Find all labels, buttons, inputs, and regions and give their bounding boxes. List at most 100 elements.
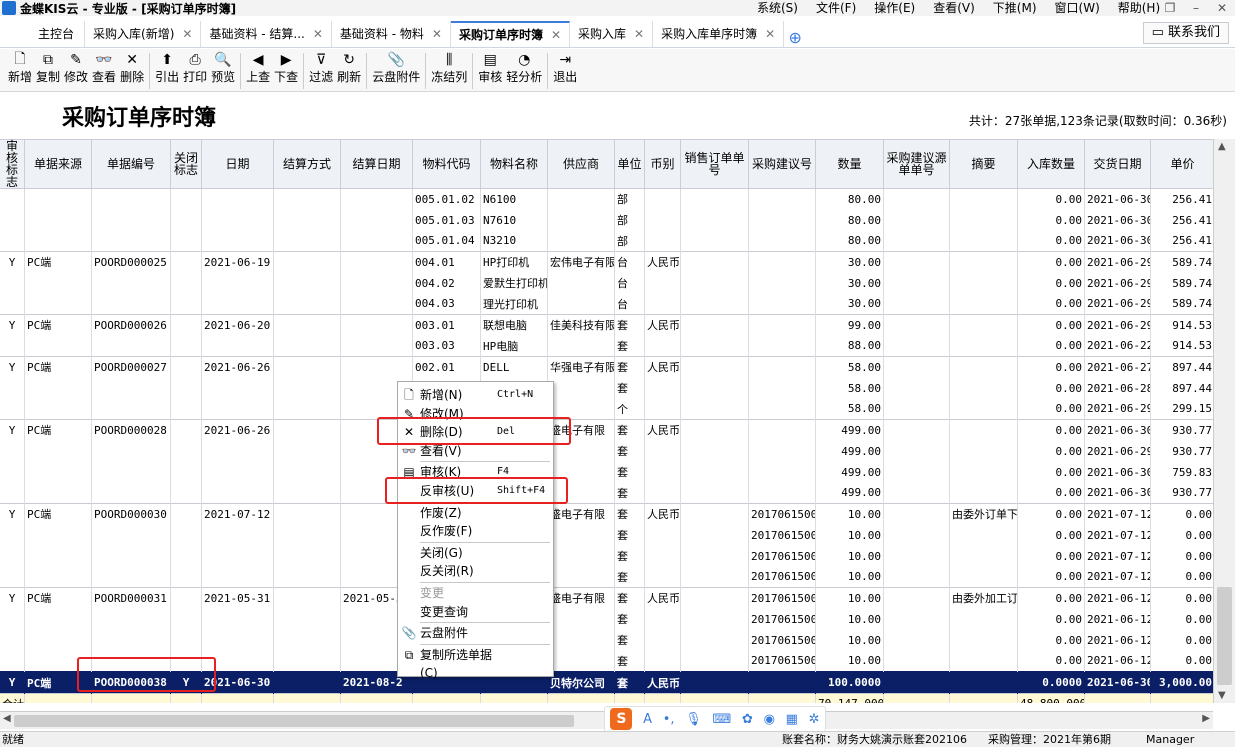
table-row[interactable]: 套 2017061500210.00 0.002021-07-120.00 [0, 524, 1213, 546]
apps-grid-icon[interactable]: ▦ [786, 712, 798, 727]
tab-item[interactable]: 采购入库 ✕ [570, 21, 654, 47]
menu-item[interactable]: 查看(V) [924, 0, 984, 16]
column-header[interactable]: 采购建议源单单号 [883, 139, 950, 189]
keyboard-icon[interactable]: ⌨ [712, 712, 731, 727]
toolbar-audit-button[interactable]: ▤ 审核 [476, 49, 504, 85]
column-header[interactable]: 销售订单单号 [680, 139, 749, 189]
context-menu-item[interactable]: 作废(Z) [398, 504, 553, 522]
column-header[interactable]: 摘要 [949, 139, 1018, 189]
tab-item[interactable]: 主控台 [28, 21, 86, 47]
column-header[interactable]: 物料代码 [412, 139, 481, 189]
context-menu-item[interactable]: 反审核(U) Shift+F4 [398, 482, 553, 500]
context-menu-item[interactable]: ✕ 删除(D) Del [398, 423, 553, 441]
context-menu-item[interactable]: 变更查询 [398, 603, 553, 621]
tab-close-icon[interactable]: ✕ [551, 22, 561, 48]
column-header[interactable]: 入库数量 [1017, 139, 1085, 189]
table-row[interactable]: 套 499.00 0.00 2021-06-30 759.83 [0, 461, 1213, 483]
table-row[interactable]: 002.02DELL套58.000.002021-06-28897.44 [0, 377, 1213, 399]
menu-item[interactable]: 系统(S) [748, 0, 807, 16]
column-header[interactable]: 单据编号 [91, 139, 171, 189]
column-header[interactable]: 结算方式 [273, 139, 341, 189]
table-row[interactable]: 003.03 HP电脑 套 88.00 0.00 2021-06-22 914.53 [0, 335, 1213, 357]
skin-icon[interactable]: ✿ [742, 712, 753, 727]
tab-item[interactable]: 采购入库单序时簿 ✕ [653, 21, 785, 47]
context-menu-item[interactable]: ✎ 修改(M) [398, 405, 553, 423]
toolbar-new-doc-button[interactable]: 🗋 新增 [6, 49, 34, 85]
tab-close-icon[interactable]: ✕ [432, 21, 442, 47]
table-row[interactable]: Y PC端 POORD000028 2021-06-26 盛电子有限套人民币 499.00… [0, 419, 1213, 441]
toolbar-trace-down-button[interactable]: ▶ 下查 [272, 49, 300, 85]
sogou-ime-icon[interactable]: S [610, 708, 633, 730]
tab-close-icon[interactable]: ✕ [313, 21, 323, 47]
table-row[interactable]: 004.02 爱默生打印机 台 30.00 0.00 2021-06-29 589.74 [0, 272, 1213, 294]
minimize-icon[interactable]: – [1183, 0, 1209, 16]
table-row[interactable]: 套 2017061500310.00 0.002021-06-120.00 [0, 629, 1213, 651]
column-header[interactable]: 交货日期 [1084, 139, 1151, 189]
table-row[interactable]: 004.03 理光打印机 台 30.00 0.00 2021-06-29 589.74 [0, 293, 1213, 315]
tab-item[interactable]: 采购入库(新增) ✕ [85, 21, 202, 47]
toolbar-refresh-button[interactable]: ↻ 刷新 [335, 49, 363, 85]
close-icon[interactable]: ✕ [1209, 0, 1235, 16]
restore-icon[interactable]: ❐ [1157, 0, 1183, 16]
table-row[interactable]: 005.01.03 N7610 部 80.00 0.00 2021-06-30 256.41 [0, 209, 1213, 231]
toolbar-delete-button[interactable]: ✕ 删除 [118, 49, 146, 85]
column-header[interactable]: 审核标志 [0, 139, 25, 189]
column-header[interactable]: 数量 [815, 139, 884, 189]
table-row[interactable]: 005.01.04 N3210 部 80.00 0.00 2021-06-30 256.41 [0, 230, 1213, 252]
settings-icon[interactable]: ✲ [809, 712, 820, 727]
table-row[interactable]: Y PC端 POORD000026 2021-06-20 003.01 联想电脑 佳美科技有… [0, 314, 1213, 336]
tab-item[interactable]: 基础资料 - 物料 ✕ [332, 21, 451, 47]
toolbar-filter-button[interactable]: ⊽ 过滤 [307, 49, 335, 85]
column-header[interactable]: 采购建议号 [748, 139, 816, 189]
column-header[interactable]: 日期 [201, 139, 274, 189]
menu-item[interactable]: 窗口(W) [1046, 0, 1109, 16]
toolbar-export-button[interactable]: ⬆ 引出 [153, 49, 181, 85]
table-row[interactable]: 个 58.00 0.00 2021-06-29 299.15 [0, 398, 1213, 420]
table-row[interactable]: 005.01.02 N6100 部 80.00 0.00 2021-06-30 256.41 [0, 188, 1213, 210]
table-row[interactable]: Y PC端 POORD000030 2021-07-12 盛电子有限套人民币 201706… [0, 503, 1213, 525]
context-menu-item[interactable]: 🗋 新增(N) Ctrl+N [398, 386, 553, 404]
scroll-right-icon[interactable]: ▶ [1202, 713, 1210, 724]
column-header[interactable]: 单价 [1150, 139, 1213, 189]
add-tab-icon[interactable]: ⊕ [784, 28, 806, 47]
selected-table-row[interactable]: Y PC端 POORD000038 Y 2021-06-30 2021-08-2 贝特尔公司… [0, 671, 1213, 694]
column-header[interactable]: 币别 [644, 139, 681, 189]
context-menu-item[interactable]: 👓 查看(V) [398, 442, 553, 460]
table-row[interactable]: 套 499.00 0.00 2021-06-30 930.77 [0, 482, 1213, 504]
toolbar-exit-button[interactable]: ⇥ 退出 [551, 49, 579, 85]
context-menu-item[interactable]: 反关闭(R) [398, 562, 553, 580]
column-header[interactable]: 单位 [614, 139, 645, 189]
toolbar-analysis-button[interactable]: ◔ 轻分析 [504, 49, 544, 85]
tab-close-icon[interactable]: ✕ [182, 21, 192, 47]
total-row[interactable]: 合计: 70,147.0000 48,800.0000 [0, 693, 1213, 703]
toolbar-freeze-columns-button[interactable]: ⫼ 冻结列 [429, 49, 469, 85]
horizontal-scroll-thumb[interactable] [14, 715, 574, 727]
table-row[interactable]: Y PC端 POORD000025 2021-06-19 004.01 HP打印机 宏伟电子… [0, 251, 1213, 273]
toolbar-trace-up-button[interactable]: ◀ 上查 [244, 49, 272, 85]
context-menu-item[interactable]: 📎 云盘附件 [398, 624, 553, 642]
toolbar-copy-button[interactable]: ⧉ 复制 [34, 49, 62, 85]
table-row[interactable]: 套 499.00 0.00 2021-06-29 930.77 [0, 440, 1213, 462]
table-row[interactable]: Y PC端 POORD000031 2021-05-31 2021-05-31 盛电子有限… [0, 587, 1213, 609]
contact-us-button[interactable]: ▭ 联系我们 [1142, 22, 1229, 44]
context-menu-item[interactable]: ⧉ 复制所选单据(C) [398, 646, 553, 680]
context-menu-item[interactable]: 反作废(F) [398, 522, 553, 540]
column-header[interactable]: 物料名称 [480, 139, 548, 189]
table-row[interactable]: 套 2017061500310.00 0.002021-06-120.00 [0, 650, 1213, 672]
column-header[interactable]: 结算日期 [340, 139, 413, 189]
toolbar-cloud-attachment-button[interactable]: 📎 云盘附件 [370, 49, 422, 85]
ime-lang-icon[interactable]: A [643, 712, 652, 727]
tab-close-icon[interactable]: ✕ [765, 21, 775, 47]
vertical-scroll-thumb[interactable] [1217, 587, 1232, 685]
menu-item[interactable]: 操作(E) [865, 0, 924, 16]
table-row[interactable]: 套 2017061500310.00 0.002021-06-120.00 [0, 608, 1213, 630]
table-row[interactable]: Y PC端 POORD000027 2021-06-26 002.01 DELL 华强电子有… [0, 356, 1213, 378]
game-icon[interactable]: ◉ [764, 712, 775, 727]
menu-item[interactable]: 下推(M) [984, 0, 1046, 16]
table-row[interactable]: 套 2017061500210.00 0.002021-07-120.00 [0, 545, 1213, 567]
scroll-down-icon[interactable]: ▼ [1218, 690, 1226, 701]
toolbar-binoculars-button[interactable]: 👓 查看 [90, 49, 118, 85]
vertical-scrollbar[interactable]: ▲ ▼ [1213, 139, 1235, 703]
column-header[interactable]: 关闭标志 [170, 139, 202, 189]
scroll-up-icon[interactable]: ▲ [1218, 141, 1226, 152]
